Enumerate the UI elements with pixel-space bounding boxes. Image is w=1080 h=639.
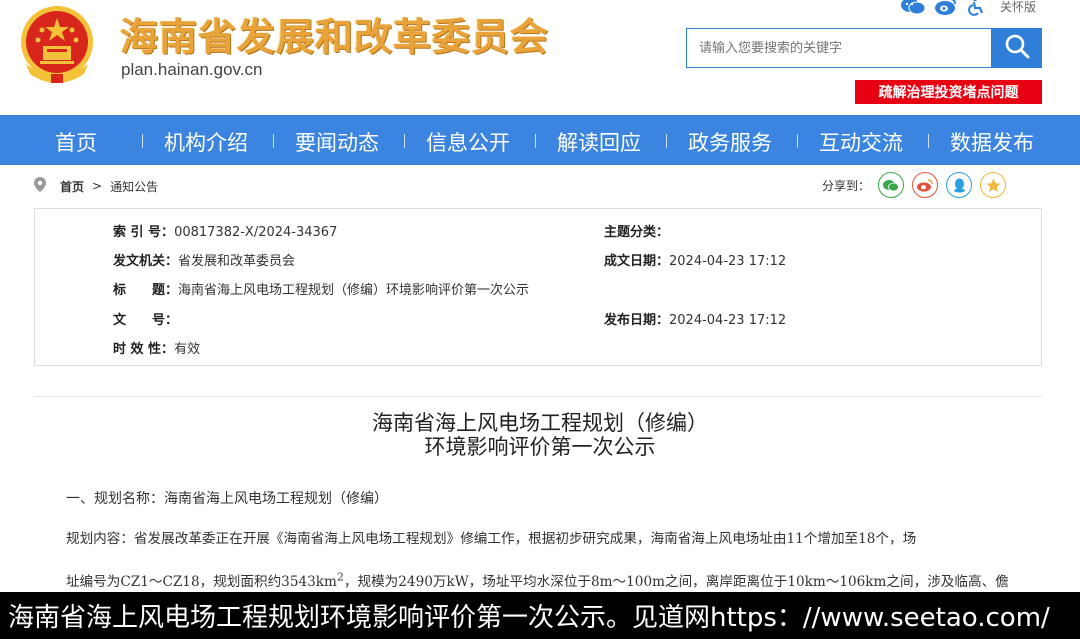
- qzone-share-icon[interactable]: [980, 172, 1007, 198]
- meta-published-date: 发布日期：2024-04-23 17:12: [604, 309, 786, 328]
- nav-item-home[interactable]: 首页: [55, 127, 97, 157]
- meta-title: 标 题：海南省海上风电场工程规划（修编）环境影响评价第一次公示: [113, 279, 529, 298]
- nav-separator: [273, 134, 274, 148]
- nav-separator: [142, 134, 143, 148]
- article-paragraph-plan-content: 规划内容：省发展改革委正在开展《海南省海上风电场工程规划》修编工作，根据初步研究…: [66, 531, 917, 547]
- main-nav: 首页 机构介绍 要闻动态 信息公开 解读回应 政务服务 互动交流 数据发布: [0, 115, 1080, 165]
- search-box: [686, 28, 991, 68]
- wechat-icon[interactable]: [900, 0, 926, 16]
- elder-mode-link[interactable]: 关怀版: [1000, 0, 1036, 15]
- search-button[interactable]: [991, 28, 1042, 68]
- meta-created-date-key: 成文日期：: [604, 254, 670, 269]
- meta-issuer-key: 发文机关：: [113, 254, 179, 269]
- site-details-superscript: 2: [336, 570, 344, 584]
- site-title: 海南省发展和改革委员会: [120, 14, 550, 59]
- meta-issuer-value: 省发展和改革委员会: [178, 254, 296, 269]
- share-bar: 分享到：: [822, 172, 1007, 198]
- article-title-line2: 环境影响评价第一次公示: [424, 435, 656, 459]
- nav-item-data-release[interactable]: 数据发布: [950, 127, 1034, 157]
- site-domain: plan.hainan.gov.cn: [121, 60, 263, 79]
- breadcrumb-home-link[interactable]: 首页: [60, 178, 84, 195]
- location-pin-icon: [34, 177, 46, 195]
- site-header: 海南省发展和改革委员会 plan.hainan.gov.cn 关怀版 疏解治理投…: [0, 0, 1080, 115]
- meta-created-date: 成文日期：2024-04-23 17:12: [604, 250, 786, 269]
- weibo-share-icon[interactable]: [912, 172, 939, 198]
- nav-item-info-disclosure[interactable]: 信息公开: [426, 127, 510, 157]
- meta-published-date-value: 2024-04-23 17:12: [669, 313, 787, 328]
- meta-index-number-key: 索 引 号：: [113, 225, 175, 240]
- meta-validity: 时 效 性：有效: [113, 338, 200, 357]
- meta-index-number-value: 00817382-X/2024-34367: [174, 225, 338, 240]
- nav-separator: [535, 134, 536, 148]
- search-input[interactable]: [687, 29, 991, 67]
- nav-separator: [666, 134, 667, 148]
- site-details-text-a: 址编号为CZ1～CZ18，规划面积约3543km: [66, 574, 337, 590]
- share-label: 分享到：: [822, 178, 871, 193]
- breadcrumb-current[interactable]: 通知公告: [110, 178, 158, 195]
- meta-validity-value: 有效: [174, 342, 201, 357]
- article-paragraph-plan-name: 一、规划名称：海南省海上风电场工程规划（修编）: [66, 491, 388, 507]
- caption-overlay: 海南省海上风电场工程规划环境影响评价第一次公示。见道网https：//www.s…: [0, 592, 1080, 639]
- breadcrumb-separator: >: [92, 179, 103, 193]
- meta-doc-number: 文 号：: [113, 309, 178, 328]
- article-title-line1: 海南省海上风电场工程规划（修编）: [372, 411, 708, 435]
- meta-doc-number-key: 文 号：: [113, 313, 179, 328]
- meta-title-key: 标 题：: [113, 283, 179, 298]
- nav-item-organization[interactable]: 机构介绍: [164, 127, 248, 157]
- breadcrumb: 首页 > 通知公告: [34, 177, 158, 195]
- meta-issuer: 发文机关：省发展和改革委员会: [113, 250, 295, 269]
- national-emblem-icon[interactable]: [18, 4, 96, 86]
- meta-topic-key: 主题分类：: [604, 225, 670, 240]
- weibo-icon[interactable]: [934, 0, 958, 16]
- nav-separator: [928, 134, 929, 148]
- meta-topic: 主题分类：: [604, 221, 669, 240]
- meta-index-number: 索 引 号：00817382-X/2024-34367: [113, 221, 337, 240]
- nav-item-interpretation[interactable]: 解读回应: [557, 127, 641, 157]
- top-toolbar: 关怀版: [900, 0, 1036, 16]
- nav-separator: [404, 134, 405, 148]
- site-details-text-b: ，规模为2490万kW，场址平均水深位于8m～100m之间，离岸距离位于10km…: [343, 574, 1009, 590]
- nav-item-interaction[interactable]: 互动交流: [819, 127, 903, 157]
- investment-issue-banner-button[interactable]: 疏解治理投资堵点问题: [855, 80, 1042, 104]
- wechat-share-icon[interactable]: [878, 172, 905, 198]
- nav-item-gov-services[interactable]: 政务服务: [688, 127, 772, 157]
- meta-validity-key: 时 效 性：: [113, 342, 175, 357]
- nav-separator: [797, 134, 798, 148]
- nav-item-news[interactable]: 要闻动态: [295, 127, 379, 157]
- content-divider: [34, 396, 1042, 397]
- qq-share-icon[interactable]: [946, 172, 973, 198]
- search-icon: [1004, 33, 1030, 63]
- breadcrumb-bar: 首页 > 通知公告 分享到：: [0, 165, 1080, 205]
- meta-published-date-key: 发布日期：: [604, 313, 670, 328]
- accessibility-icon[interactable]: [966, 0, 986, 16]
- article-paragraph-site-details: 址编号为CZ1～CZ18，规划面积约3543km2，规模为2490万kW，场址平…: [66, 570, 1009, 590]
- document-meta-box: 索 引 号：00817382-X/2024-34367 发文机关：省发展和改革委…: [34, 208, 1042, 366]
- meta-title-value: 海南省海上风电场工程规划（修编）环境影响评价第一次公示: [178, 283, 530, 298]
- meta-created-date-value: 2024-04-23 17:12: [669, 254, 787, 269]
